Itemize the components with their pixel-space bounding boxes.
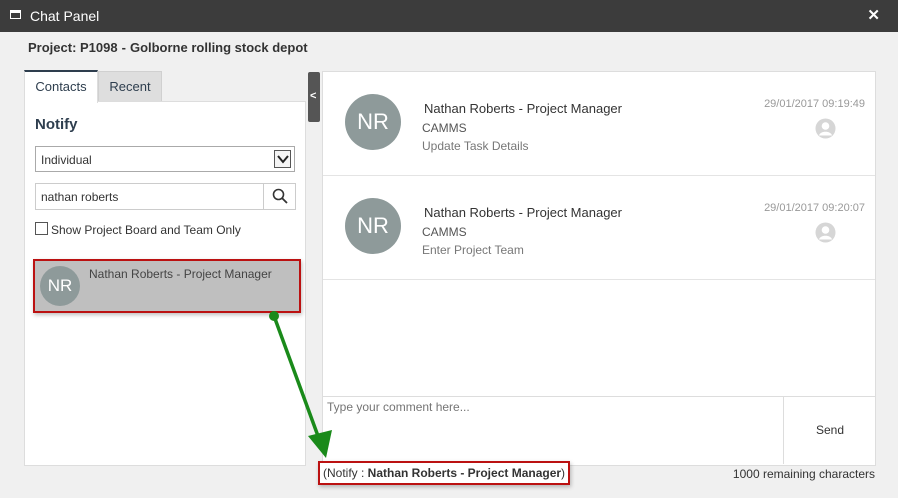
project-separator: - bbox=[121, 40, 126, 55]
notify-type-value: Individual bbox=[41, 153, 92, 167]
window-titlebar: Chat Panel ✕ bbox=[0, 0, 898, 32]
contacts-body: Notify Individual Show Project Board and… bbox=[24, 101, 306, 466]
user-icon bbox=[815, 118, 836, 139]
search-button[interactable] bbox=[263, 184, 295, 209]
message-timestamp: 29/01/2017 09:20:07 bbox=[764, 202, 865, 214]
window-title: Chat Panel bbox=[30, 8, 100, 24]
close-icon[interactable]: ✕ bbox=[867, 6, 880, 24]
chevron-left-icon: < bbox=[310, 90, 317, 102]
contact-list-item[interactable]: NR Nathan Roberts - Project Manager bbox=[33, 259, 301, 313]
avatar: NR bbox=[40, 266, 80, 306]
project-heading: Project: P1098- Golborne rolling stock de… bbox=[28, 40, 308, 55]
comment-composer: Send bbox=[322, 396, 876, 466]
message-organisation: CAMMS bbox=[422, 121, 467, 135]
avatar: NR bbox=[345, 198, 401, 254]
notify-suffix: ) bbox=[561, 466, 566, 480]
message-action: Update Task Details bbox=[422, 139, 529, 153]
user-icon bbox=[815, 222, 836, 243]
send-button[interactable]: Send bbox=[783, 397, 876, 464]
collapse-panel-handle[interactable]: < bbox=[308, 72, 320, 122]
notify-type-select[interactable]: Individual bbox=[35, 146, 295, 172]
tab-recent[interactable]: Recent bbox=[98, 71, 162, 103]
project-name: Golborne rolling stock depot bbox=[129, 40, 308, 55]
notify-heading: Notify bbox=[35, 116, 78, 133]
contact-name: Nathan Roberts - Project Manager bbox=[89, 267, 272, 281]
search-icon bbox=[272, 188, 288, 204]
message-item: NR Nathan Roberts - Project Manager CAMM… bbox=[323, 176, 875, 280]
remaining-characters: 1000 remaining characters bbox=[732, 467, 875, 481]
project-board-checkbox[interactable] bbox=[35, 222, 48, 235]
notify-recipient-name: Nathan Roberts - Project Manager bbox=[367, 466, 562, 480]
window-icon bbox=[10, 10, 21, 19]
notify-recipient-summary: (Notify : Nathan Roberts - Project Manag… bbox=[318, 461, 571, 485]
message-list: NR Nathan Roberts - Project Manager CAMM… bbox=[322, 71, 876, 398]
tab-contacts[interactable]: Contacts bbox=[24, 70, 98, 103]
contact-search bbox=[35, 183, 296, 210]
project-label: Project: P1098 bbox=[28, 40, 118, 55]
message-timestamp: 29/01/2017 09:19:49 bbox=[764, 98, 865, 110]
notify-prefix: (Notify : bbox=[323, 466, 368, 480]
message-organisation: CAMMS bbox=[422, 225, 467, 239]
message-sender: Nathan Roberts - Project Manager bbox=[424, 205, 622, 220]
avatar: NR bbox=[345, 94, 401, 150]
project-board-filter[interactable]: Show Project Board and Team Only bbox=[35, 222, 241, 237]
comment-input[interactable] bbox=[323, 397, 782, 464]
chevron-down-icon[interactable] bbox=[274, 150, 291, 168]
message-item: NR Nathan Roberts - Project Manager CAMM… bbox=[323, 72, 875, 176]
contacts-panel: Contacts Recent Notify Individual Show P… bbox=[24, 70, 306, 466]
message-sender: Nathan Roberts - Project Manager bbox=[424, 101, 622, 116]
contact-search-input[interactable] bbox=[36, 184, 264, 209]
project-board-checkbox-label: Show Project Board and Team Only bbox=[51, 223, 241, 237]
message-action: Enter Project Team bbox=[422, 243, 524, 257]
